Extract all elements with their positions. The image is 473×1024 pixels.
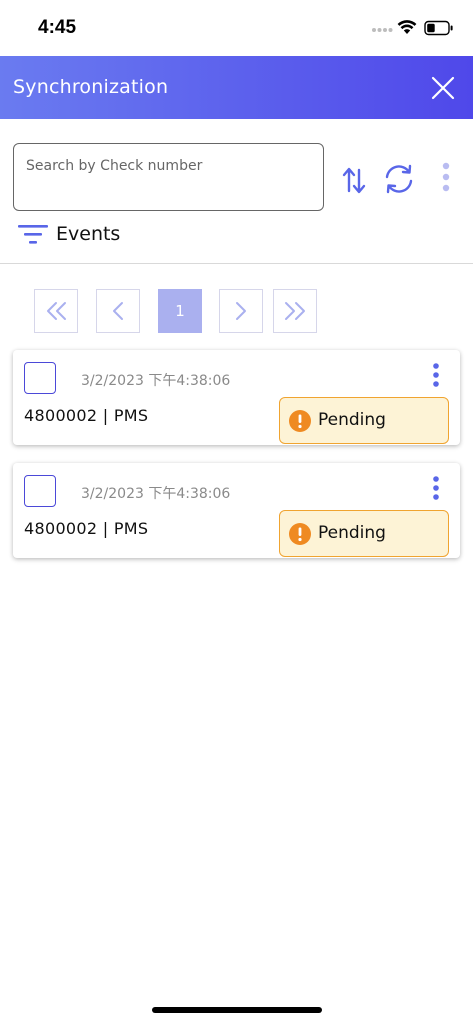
more-vertical-icon (433, 476, 439, 500)
status-badge: Pending (279, 397, 449, 444)
sort-arrows-icon (342, 167, 366, 194)
sync-button[interactable] (381, 161, 417, 197)
home-indicator[interactable] (152, 1007, 322, 1013)
previous-page-button[interactable] (96, 289, 140, 333)
status-bar: 4:45 (0, 0, 473, 56)
event-title: 4800002 | PMS (24, 519, 149, 538)
close-icon (431, 76, 455, 100)
event-more-button[interactable] (429, 475, 443, 503)
event-timestamp: 3/2/2023 下午4:38:06 (81, 486, 231, 502)
divider (0, 263, 473, 264)
event-timestamp: 3/2/2023 下午4:38:06 (81, 373, 231, 389)
event-card[interactable]: 3/2/2023 下午4:38:06 4800002 | PMS Pending (13, 463, 460, 558)
events-label: Events (56, 223, 121, 245)
event-card[interactable]: 3/2/2023 下午4:38:06 4800002 | PMS Pending (13, 350, 460, 445)
more-vertical-icon (433, 363, 439, 387)
chevrons-right-icon (285, 302, 305, 320)
wifi-icon (397, 20, 417, 34)
search-input[interactable] (26, 154, 311, 178)
chevrons-left-icon (47, 302, 66, 320)
app-screen: 4:45 Synchronization Search by Check num… (0, 0, 473, 1024)
status-text: Pending (318, 410, 386, 430)
battery-icon (424, 20, 453, 36)
event-checkbox[interactable] (24, 362, 56, 394)
search-box (13, 143, 324, 211)
close-button[interactable] (428, 73, 458, 103)
page-title: Synchronization (13, 76, 169, 98)
app-bar: Synchronization (0, 56, 473, 119)
event-more-button[interactable] (429, 362, 443, 390)
next-page-button[interactable] (219, 289, 263, 333)
event-checkbox[interactable] (24, 475, 56, 507)
alert-icon (289, 523, 311, 545)
status-time: 4:45 (38, 17, 77, 38)
more-vertical-icon (442, 162, 450, 192)
status-badge: Pending (279, 510, 449, 557)
events-filter[interactable]: Events (18, 221, 138, 249)
filter-icon (18, 225, 48, 244)
status-text: Pending (318, 523, 386, 543)
sort-button[interactable] (340, 163, 368, 197)
chevron-left-icon (113, 302, 123, 320)
cellular-signal-icon (372, 28, 393, 32)
sync-icon (385, 164, 413, 194)
page-number-button[interactable]: 1 (158, 289, 202, 333)
last-page-button[interactable] (273, 289, 317, 333)
alert-icon (289, 410, 311, 432)
chevron-right-icon (236, 302, 246, 320)
more-options-button[interactable] (437, 160, 455, 196)
event-title: 4800002 | PMS (24, 406, 149, 425)
first-page-button[interactable] (34, 289, 78, 333)
